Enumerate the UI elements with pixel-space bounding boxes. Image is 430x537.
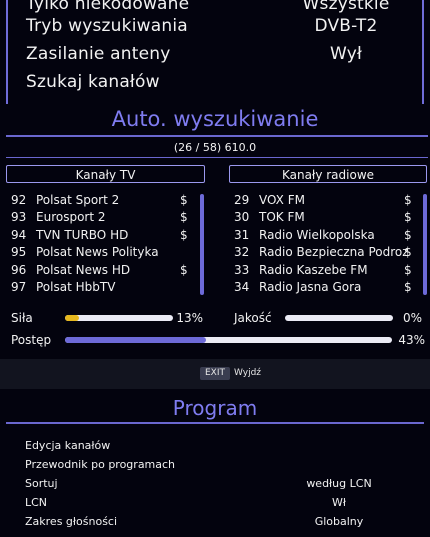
quality-meter <box>285 315 393 321</box>
channel-number: 92 <box>11 193 27 207</box>
list-item: 32 Radio Bezpieczna Podroz $ <box>234 244 414 261</box>
progress-meter-fill <box>65 337 206 343</box>
tv-channels-header: Kanały TV <box>6 165 205 183</box>
scrambled-flag: $ <box>404 227 412 242</box>
scrambled-flag: $ <box>404 262 412 277</box>
channel-name: Radio Wielkopolska <box>259 227 375 242</box>
list-item: 97 Polsat HbbTV <box>11 279 191 296</box>
list-item: 34 Radio Jasna Gora $ <box>234 279 414 296</box>
progress-label: Postęp <box>11 333 52 347</box>
menu-item-label: Sortuj <box>25 477 58 490</box>
tv-channel-list: 92 Polsat Sport 2 $ 93 Eurosport 2 $ 94 TVN T… <box>11 192 191 296</box>
quality-value: 0% <box>402 311 422 325</box>
menu-item-value: według LCN <box>306 477 372 490</box>
quality-label: Jakość <box>234 311 272 325</box>
search-settings-panel: Tylko niekodowane Wszystkie Tryb wyszuki… <box>6 0 424 104</box>
setting-label: Szukaj kanałów <box>26 72 160 92</box>
channel-number: 29 <box>234 193 250 207</box>
channel-name: Polsat HbbTV <box>36 279 116 294</box>
scrambled-flag: $ <box>404 193 412 207</box>
divider <box>6 422 424 424</box>
menu-item-label: Edycja kanałów <box>25 439 111 452</box>
channel-number: 30 <box>234 210 250 225</box>
channel-name: Radio Kaszebe FM <box>259 262 368 277</box>
list-item: 33 Radio Kaszebe FM $ <box>234 262 414 279</box>
setting-value: Wszystkie <box>302 0 390 14</box>
scrambled-flag: $ <box>180 210 188 225</box>
radio-channel-list: 29 VOX FM $ 30 TOK FM $ 31 Radio Wielkopolska… <box>234 192 414 296</box>
signal-meter <box>65 315 173 321</box>
radio-channels-header: Kanały radiowe <box>229 165 427 183</box>
list-item: 31 Radio Wielkopolska $ <box>234 227 414 244</box>
divider <box>6 135 428 137</box>
channel-name: Radio Bezpieczna Podroz <box>259 245 409 260</box>
scan-title: Auto. wyszukiwanie <box>111 107 319 131</box>
divider <box>6 157 428 158</box>
program-title: Program <box>172 396 258 420</box>
setting-value: DVB-T2 <box>314 16 378 36</box>
menu-item-value: Globalny <box>314 515 364 528</box>
progress-value: 43% <box>398 333 425 347</box>
list-item: 30 TOK FM $ <box>234 209 414 226</box>
channel-number: 33 <box>234 262 250 277</box>
scan-progress-info: (26 / 58) 610.0 <box>173 141 257 154</box>
channel-number: 32 <box>234 245 250 260</box>
exit-key-badge[interactable]: EXIT <box>200 367 231 380</box>
channel-number: 97 <box>11 279 27 294</box>
scrambled-flag: $ <box>404 210 412 225</box>
menu-item-value: Wł <box>331 496 346 509</box>
channel-name: Polsat News HD <box>36 262 131 277</box>
channel-name: Eurosport 2 <box>36 210 106 225</box>
list-item: 95 Polsat News Polityka <box>11 244 191 261</box>
scrambled-flag: $ <box>404 279 412 294</box>
setting-label: Tylko niekodowane <box>26 0 190 14</box>
channel-number: 94 <box>11 227 27 242</box>
tv-list-scrollbar[interactable] <box>200 194 204 295</box>
signal-value: 13% <box>176 311 203 325</box>
list-item: 93 Eurosport 2 $ <box>11 209 191 226</box>
channel-number: 34 <box>234 279 250 294</box>
list-item: 96 Polsat News HD $ <box>11 262 191 279</box>
menu-item-label: Przewodnik po programach <box>25 458 176 471</box>
channel-number: 95 <box>11 245 27 260</box>
scrambled-flag: $ <box>180 227 188 242</box>
channel-name: VOX FM <box>259 193 305 207</box>
scrambled-flag: $ <box>180 262 188 277</box>
scrambled-flag: $ <box>180 193 188 207</box>
signal-meter-fill <box>65 315 80 321</box>
channel-name: Polsat Sport 2 <box>36 193 120 207</box>
list-item: 92 Polsat Sport 2 $ <box>11 192 191 209</box>
exit-key-label: Wyjdź <box>234 368 262 378</box>
channel-name: Polsat News Polityka <box>36 245 159 260</box>
menu-item-label: Zakres głośności <box>25 515 118 528</box>
signal-label: Siła <box>11 311 33 325</box>
list-item: 29 VOX FM $ <box>234 192 414 209</box>
setting-value: Wył <box>329 44 362 64</box>
channel-number: 96 <box>11 262 27 277</box>
radio-list-scrollbar[interactable] <box>423 194 427 295</box>
channel-number: 31 <box>234 227 250 242</box>
channel-name: TVN TURBO HD <box>36 227 129 242</box>
channel-number: 93 <box>11 210 27 225</box>
setting-label: Zasilanie anteny <box>26 44 171 64</box>
menu-item-label: LCN <box>25 496 48 509</box>
list-item: 94 TVN TURBO HD $ <box>11 227 191 244</box>
channel-name: TOK FM <box>259 210 305 225</box>
hint-bar: EXIT Wyjdź <box>0 359 430 389</box>
setting-label: Tryb wyszukiwania <box>26 16 188 36</box>
scrambled-flag: $ <box>404 245 412 260</box>
channel-name: Radio Jasna Gora <box>259 279 362 294</box>
progress-meter <box>65 337 392 343</box>
